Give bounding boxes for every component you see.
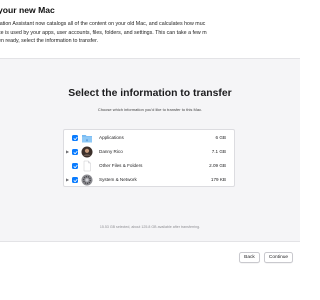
list-item-applications: A Applications 6 GB <box>64 131 234 145</box>
panel-title: Select the information to transfer <box>68 88 232 99</box>
list-item-system-network: ▶ System & Network 179 KB <box>64 173 234 187</box>
applications-folder-icon: A <box>82 135 92 143</box>
continue-button[interactable]: Continue <box>264 252 293 263</box>
document-icon <box>83 160 91 172</box>
checkmark-icon <box>73 136 77 140</box>
list-item-user-account: ▶ Danny Rico 7.1 GB <box>64 145 234 159</box>
intro-line: en ready, select the information to tran… <box>0 38 99 45</box>
item-label: Danny Rico <box>99 149 123 154</box>
checkmark-icon <box>73 164 77 168</box>
item-label: Other Files & Folders <box>99 163 143 168</box>
settings-gear-icon <box>81 174 93 186</box>
system-network-checkbox[interactable] <box>72 177 78 183</box>
item-label: Applications <box>99 135 124 140</box>
disclosure-triangle-icon[interactable]: ▶ <box>65 173 70 187</box>
intro-line: ce is used by your apps, user accounts, … <box>0 29 207 36</box>
item-size: 6 GB <box>215 135 226 140</box>
other-files-checkbox[interactable] <box>72 163 78 169</box>
item-size: 7.1 GB <box>211 149 226 154</box>
transfer-item-list: A Applications 6 GB ▶ Danny Rico 7.1 GB <box>63 129 235 187</box>
intro-line: ration Assistant now catalogs all of the… <box>0 21 206 27</box>
user-account-checkbox[interactable] <box>72 149 78 155</box>
intro-text: ration Assistant now catalogs all of the… <box>0 20 308 46</box>
page-title: your new Mac <box>0 5 55 15</box>
disclosure-triangle-icon[interactable]: ▶ <box>65 145 70 159</box>
applications-checkbox[interactable] <box>72 135 78 141</box>
selection-summary: 15.53 GB selected, about 125.8 GB availa… <box>99 225 201 229</box>
back-button[interactable]: Back <box>239 252 260 263</box>
item-size: 2.09 GB <box>209 163 226 168</box>
checkmark-icon <box>73 178 77 182</box>
panel-subtitle: Choose which information you'd like to t… <box>97 107 203 112</box>
list-item-other-files: Other Files & Folders 2.09 GB <box>64 159 234 173</box>
item-label: System & Network <box>99 177 137 182</box>
checkmark-icon <box>73 150 77 154</box>
item-size: 179 KB <box>210 177 226 182</box>
user-avatar-icon <box>81 146 93 158</box>
transfer-panel: Select the information to transfer Choos… <box>0 58 300 242</box>
